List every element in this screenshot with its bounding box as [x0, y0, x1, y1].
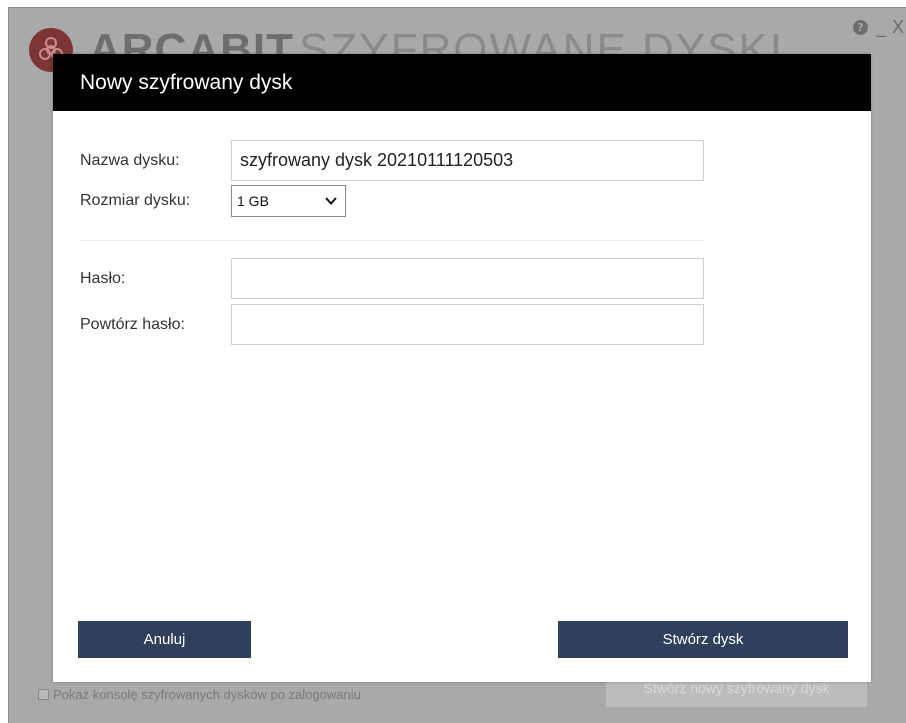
password-label: Hasło: [80, 269, 126, 287]
help-icon[interactable]: ? [853, 19, 868, 35]
repeat-password-input[interactable] [231, 304, 704, 345]
form-divider [80, 240, 704, 241]
password-row: Hasło: [80, 258, 704, 299]
cancel-button[interactable]: Anuluj [78, 621, 251, 658]
show-console-label: Pokaż konsolę szyfrowanych dysków po zal… [53, 687, 361, 702]
new-disk-dialog: Nowy szyfrowany dysk Nazwa dysku: Rozmia… [53, 54, 871, 682]
window-controls: ? _ X [853, 14, 905, 40]
disk-size-select[interactable]: 1 GB [231, 185, 346, 217]
disk-name-label: Nazwa dysku: [80, 151, 180, 169]
disk-size-value: 1 GB [237, 193, 269, 209]
password-input[interactable] [231, 258, 704, 299]
minimize-icon[interactable]: _ [873, 17, 889, 37]
close-icon[interactable]: X [891, 17, 905, 38]
show-console-option[interactable]: Pokaż konsolę szyfrowanych dysków po zal… [38, 687, 361, 702]
show-console-checkbox[interactable] [38, 689, 49, 700]
dialog-header: Nowy szyfrowany dysk [53, 54, 871, 111]
disk-name-input[interactable] [231, 140, 704, 181]
disk-size-label: Rozmiar dysku: [80, 192, 191, 209]
dialog-title: Nowy szyfrowany dysk [80, 70, 293, 94]
chevron-down-icon [325, 197, 337, 205]
create-disk-button[interactable]: Stwórz dysk [558, 621, 848, 658]
disk-name-row: Nazwa dysku: [80, 140, 704, 181]
repeat-password-label: Powtórz hasło: [80, 315, 185, 333]
repeat-password-row: Powtórz hasło: [80, 304, 704, 345]
disk-size-row: Rozmiar dysku: 1 GB [80, 185, 346, 217]
